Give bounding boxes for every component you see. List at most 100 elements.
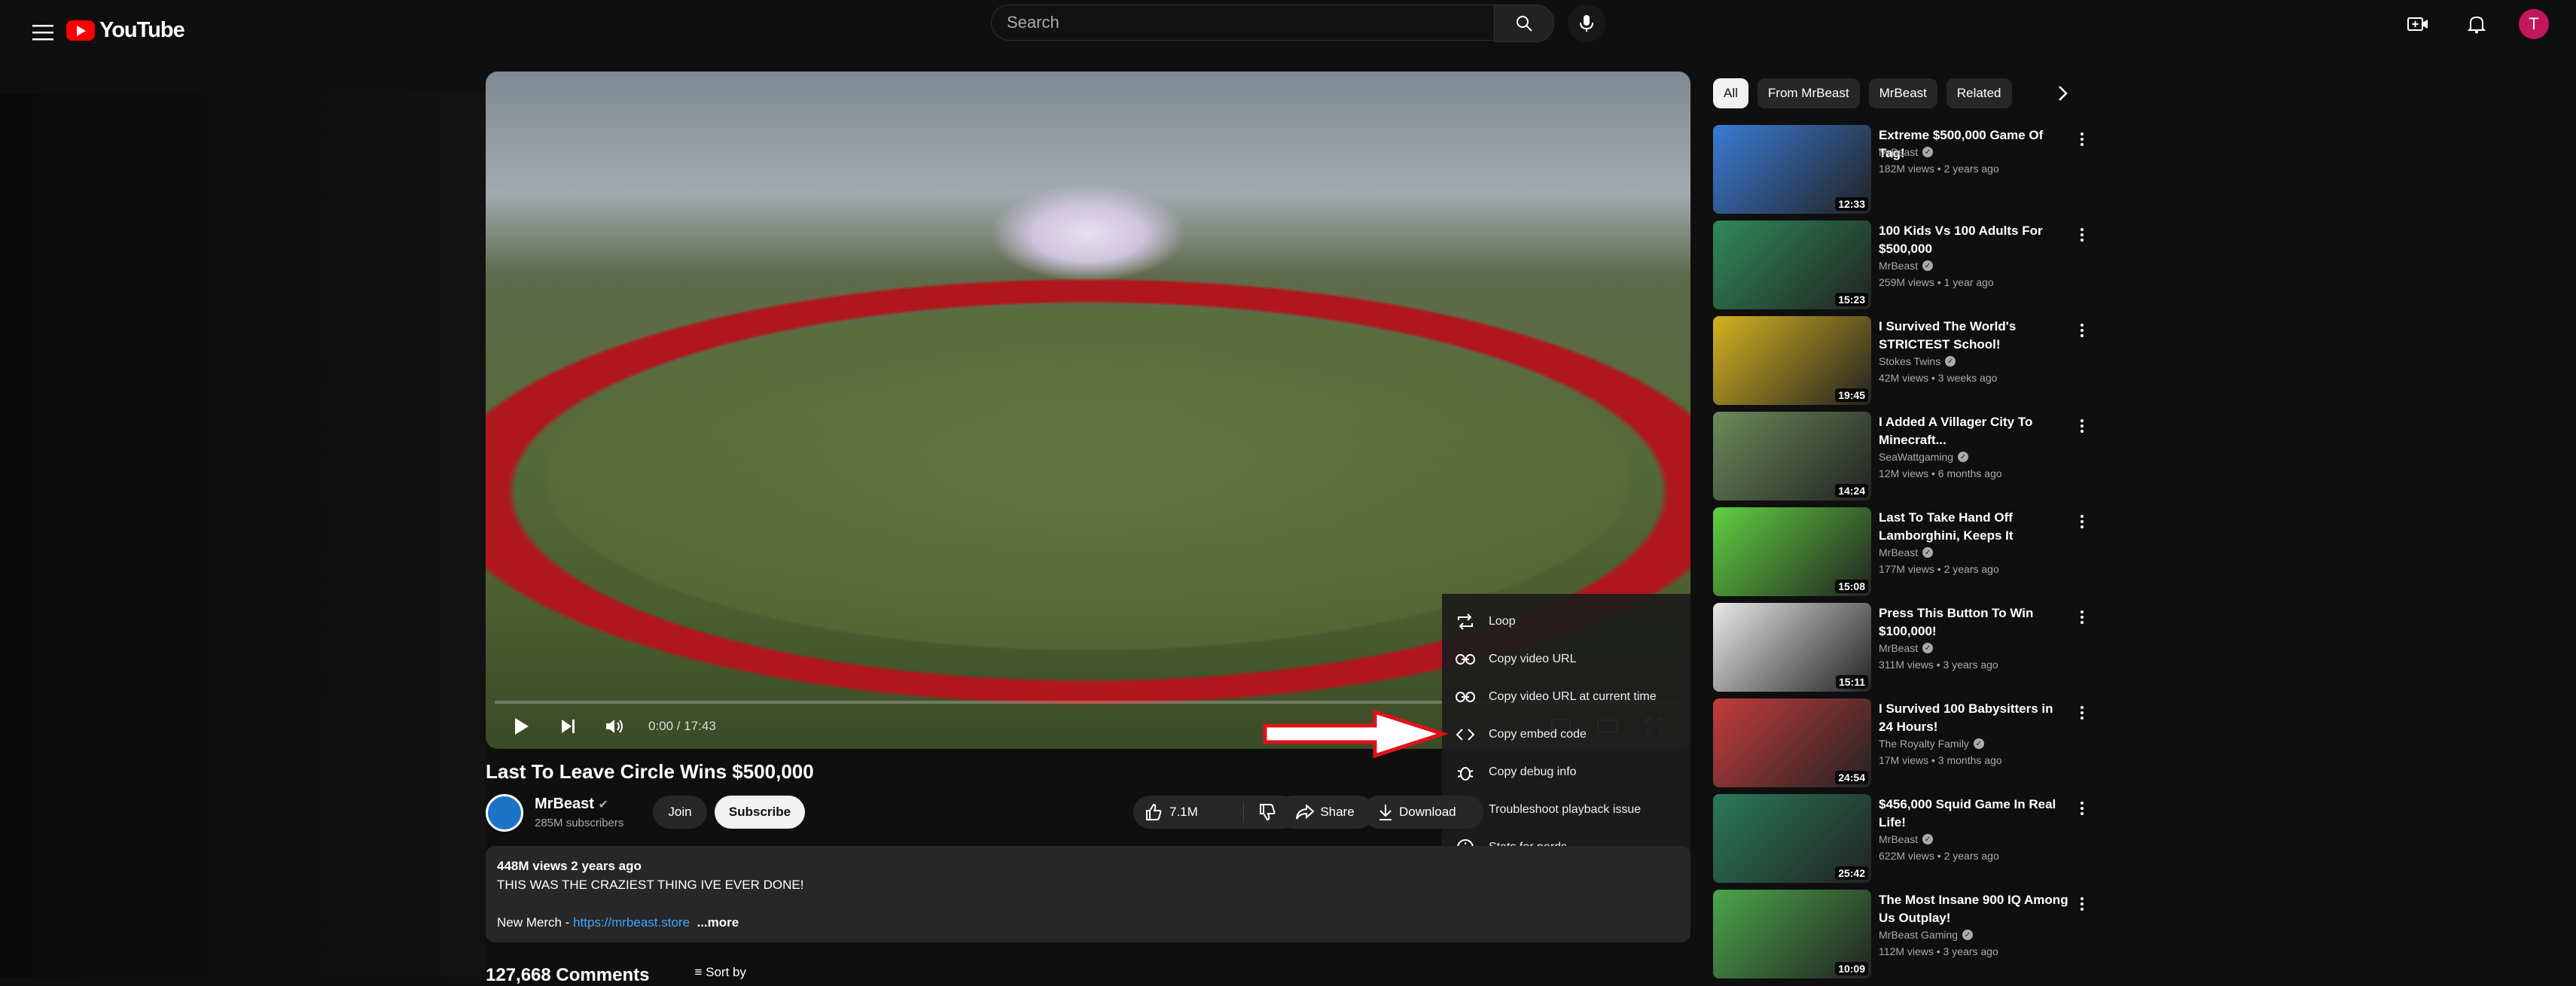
- menu-item-copy-url-at-time[interactable]: Copy video URL at current time: [1442, 678, 1690, 716]
- download-button[interactable]: Download: [1363, 796, 1483, 829]
- recommendation-channel[interactable]: SeaWattgaming ✓: [1879, 451, 1969, 463]
- chip-mrbeast[interactable]: MrBeast: [1868, 78, 1937, 108]
- menu-item-label: Copy embed code: [1489, 728, 1587, 741]
- merch-link[interactable]: https://mrbeast.store: [573, 915, 690, 930]
- link-icon: [1456, 687, 1475, 707]
- video-thumbnail[interactable]: 12:33: [1713, 125, 1871, 214]
- menu-item-label: Copy video URL: [1489, 653, 1577, 665]
- more-actions-icon[interactable]: [2075, 797, 2090, 820]
- show-more-button[interactable]: ...more: [697, 915, 739, 930]
- menu-icon[interactable]: [21, 11, 65, 54]
- recommendation-title[interactable]: I Survived The World's STRICTEST School!: [1879, 318, 2071, 354]
- more-actions-icon[interactable]: [2075, 893, 2090, 915]
- video-thumbnail[interactable]: 14:24: [1713, 412, 1871, 501]
- recommendation-title[interactable]: The Most Insane 900 IQ Among Us Outplay!: [1879, 891, 2071, 927]
- recommendation-channel[interactable]: MrBeast ✓: [1879, 833, 1934, 845]
- more-actions-icon[interactable]: [2075, 224, 2090, 246]
- more-actions-icon[interactable]: [2075, 510, 2090, 533]
- verified-icon: ✔: [598, 799, 608, 811]
- recommendations-list: 12:33 Extreme $500,000 Game Of Tag! MrBe…: [1713, 125, 2090, 985]
- join-button[interactable]: Join: [653, 796, 707, 829]
- recommendation-item[interactable]: 15:08 Last To Take Hand Off Lamborghini,…: [1713, 507, 2090, 603]
- video-thumbnail[interactable]: 10:09: [1713, 890, 1871, 978]
- voice-search-button[interactable]: [1568, 5, 1605, 42]
- recommendation-meta: 622M views • 2 years ago: [1879, 850, 1999, 862]
- recommendation-channel[interactable]: MrBeast Gaming ✓: [1879, 929, 1974, 941]
- next-button[interactable]: [555, 713, 582, 740]
- recommendation-item[interactable]: 24:54 I Survived 100 Babysitters in 24 H…: [1713, 698, 2090, 794]
- filter-chips: All From MrBeast MrBeast Related: [1713, 77, 2012, 110]
- comments-header: 127,668 Comments ≡ Sort by: [486, 965, 746, 986]
- video-thumbnail[interactable]: 15:08: [1713, 507, 1871, 596]
- recommendation-title[interactable]: I Added A Villager City To Minecraft...: [1879, 413, 2071, 449]
- account-avatar[interactable]: T: [2519, 9, 2549, 39]
- loop-icon: [1456, 612, 1475, 631]
- owner-row: MrBeast ✔ 285M subscribers Join Subscrib…: [486, 794, 1690, 832]
- recommendation-channel[interactable]: Stokes Twins ✓: [1879, 355, 1956, 367]
- recommendation-item[interactable]: 12:33 Extreme $500,000 Game Of Tag! MrBe…: [1713, 125, 2090, 221]
- menu-item-copy-embed-code[interactable]: Copy embed code: [1442, 716, 1690, 753]
- recommendation-item[interactable]: 19:45 I Survived The World's STRICTEST S…: [1713, 316, 2090, 412]
- recommendation-meta: 259M views • 1 year ago: [1879, 276, 1994, 288]
- play-button[interactable]: [508, 713, 535, 740]
- notifications-button[interactable]: [2460, 8, 2493, 41]
- channel-name[interactable]: MrBeast ✔: [535, 796, 608, 813]
- chip-related[interactable]: Related: [1946, 78, 2012, 108]
- microphone-icon: [1580, 15, 1593, 32]
- recommendation-channel-name: SeaWattgaming: [1879, 451, 1954, 463]
- like-count: 7.1M: [1169, 805, 1198, 819]
- recommendation-channel[interactable]: MrBeast ✓: [1879, 146, 1934, 158]
- video-duration: 14:24: [1835, 484, 1868, 498]
- video-thumbnail[interactable]: 19:45: [1713, 316, 1871, 405]
- recommendation-channel[interactable]: MrBeast ✓: [1879, 260, 1934, 272]
- sort-by-button[interactable]: ≡ Sort by: [694, 965, 746, 986]
- menu-item-loop[interactable]: Loop: [1442, 603, 1690, 641]
- share-button[interactable]: Share: [1276, 796, 1374, 829]
- search-input[interactable]: [991, 5, 1494, 41]
- menu-item-copy-video-url[interactable]: Copy video URL: [1442, 641, 1690, 678]
- like-button[interactable]: 7.1M: [1133, 802, 1244, 823]
- video-thumbnail[interactable]: 25:42: [1713, 794, 1871, 883]
- video-duration: 15:11: [1835, 675, 1868, 689]
- bell-icon: [2468, 16, 2486, 34]
- recommendation-channel[interactable]: MrBeast ✓: [1879, 546, 1934, 558]
- recommendation-channel[interactable]: The Royalty Family ✓: [1879, 738, 1984, 750]
- more-actions-icon[interactable]: [2075, 606, 2090, 628]
- video-thumbnail[interactable]: 24:54: [1713, 698, 1871, 787]
- description-box[interactable]: 448M views 2 years ago THIS WAS THE CRAZ…: [486, 846, 1690, 942]
- recommendation-channel[interactable]: MrBeast ✓: [1879, 642, 1934, 654]
- subscribe-button[interactable]: Subscribe: [715, 796, 805, 829]
- more-actions-icon[interactable]: [2075, 128, 2090, 151]
- youtube-logo[interactable]: YouTube: [66, 9, 185, 51]
- more-actions-icon[interactable]: [2075, 319, 2090, 342]
- video-thumbnail[interactable]: 15:11: [1713, 603, 1871, 692]
- recommendation-title[interactable]: 100 Kids Vs 100 Adults For $500,000: [1879, 222, 2071, 258]
- recommendation-title[interactable]: I Survived 100 Babysitters in 24 Hours!: [1879, 700, 2071, 736]
- chip-all[interactable]: All: [1713, 78, 1748, 108]
- video-thumbnail[interactable]: 15:23: [1713, 221, 1871, 309]
- channel-avatar[interactable]: [486, 794, 523, 832]
- recommendation-item[interactable]: 25:42 $456,000 Squid Game In Real Life! …: [1713, 794, 2090, 890]
- recommendation-title[interactable]: $456,000 Squid Game In Real Life!: [1879, 796, 2071, 832]
- menu-item-copy-debug-info[interactable]: Copy debug info: [1442, 753, 1690, 791]
- chevron-right-icon[interactable]: [2050, 80, 2077, 107]
- subscriber-count: 285M subscribers: [535, 817, 624, 829]
- dislike-button[interactable]: [1244, 804, 1276, 820]
- more-actions-icon[interactable]: [2075, 701, 2090, 724]
- recommendation-item[interactable]: 15:23 100 Kids Vs 100 Adults For $500,00…: [1713, 221, 2090, 316]
- recommendation-item[interactable]: 10:09 The Most Insane 900 IQ Among Us Ou…: [1713, 890, 2090, 985]
- sort-label: Sort by: [706, 965, 746, 979]
- recommendation-item[interactable]: 15:11 Press This Button To Win $100,000!…: [1713, 603, 2090, 698]
- verified-icon: ✓: [1922, 643, 1934, 653]
- create-button[interactable]: [2401, 8, 2434, 41]
- video-duration: 25:42: [1835, 866, 1868, 880]
- recommendation-item[interactable]: 14:24 I Added A Villager City To Minecra…: [1713, 412, 2090, 507]
- mute-button[interactable]: [602, 713, 629, 740]
- more-actions-icon[interactable]: [2075, 415, 2090, 437]
- recommendation-title[interactable]: Last To Take Hand Off Lamborghini, Keeps…: [1879, 509, 2071, 545]
- chip-from-mrbeast[interactable]: From MrBeast: [1757, 78, 1860, 108]
- video-scene-detail: [990, 184, 1186, 282]
- recommendation-title[interactable]: Press This Button To Win $100,000!: [1879, 604, 2071, 641]
- search-button[interactable]: [1494, 5, 1554, 42]
- video-duration: 19:45: [1835, 388, 1868, 402]
